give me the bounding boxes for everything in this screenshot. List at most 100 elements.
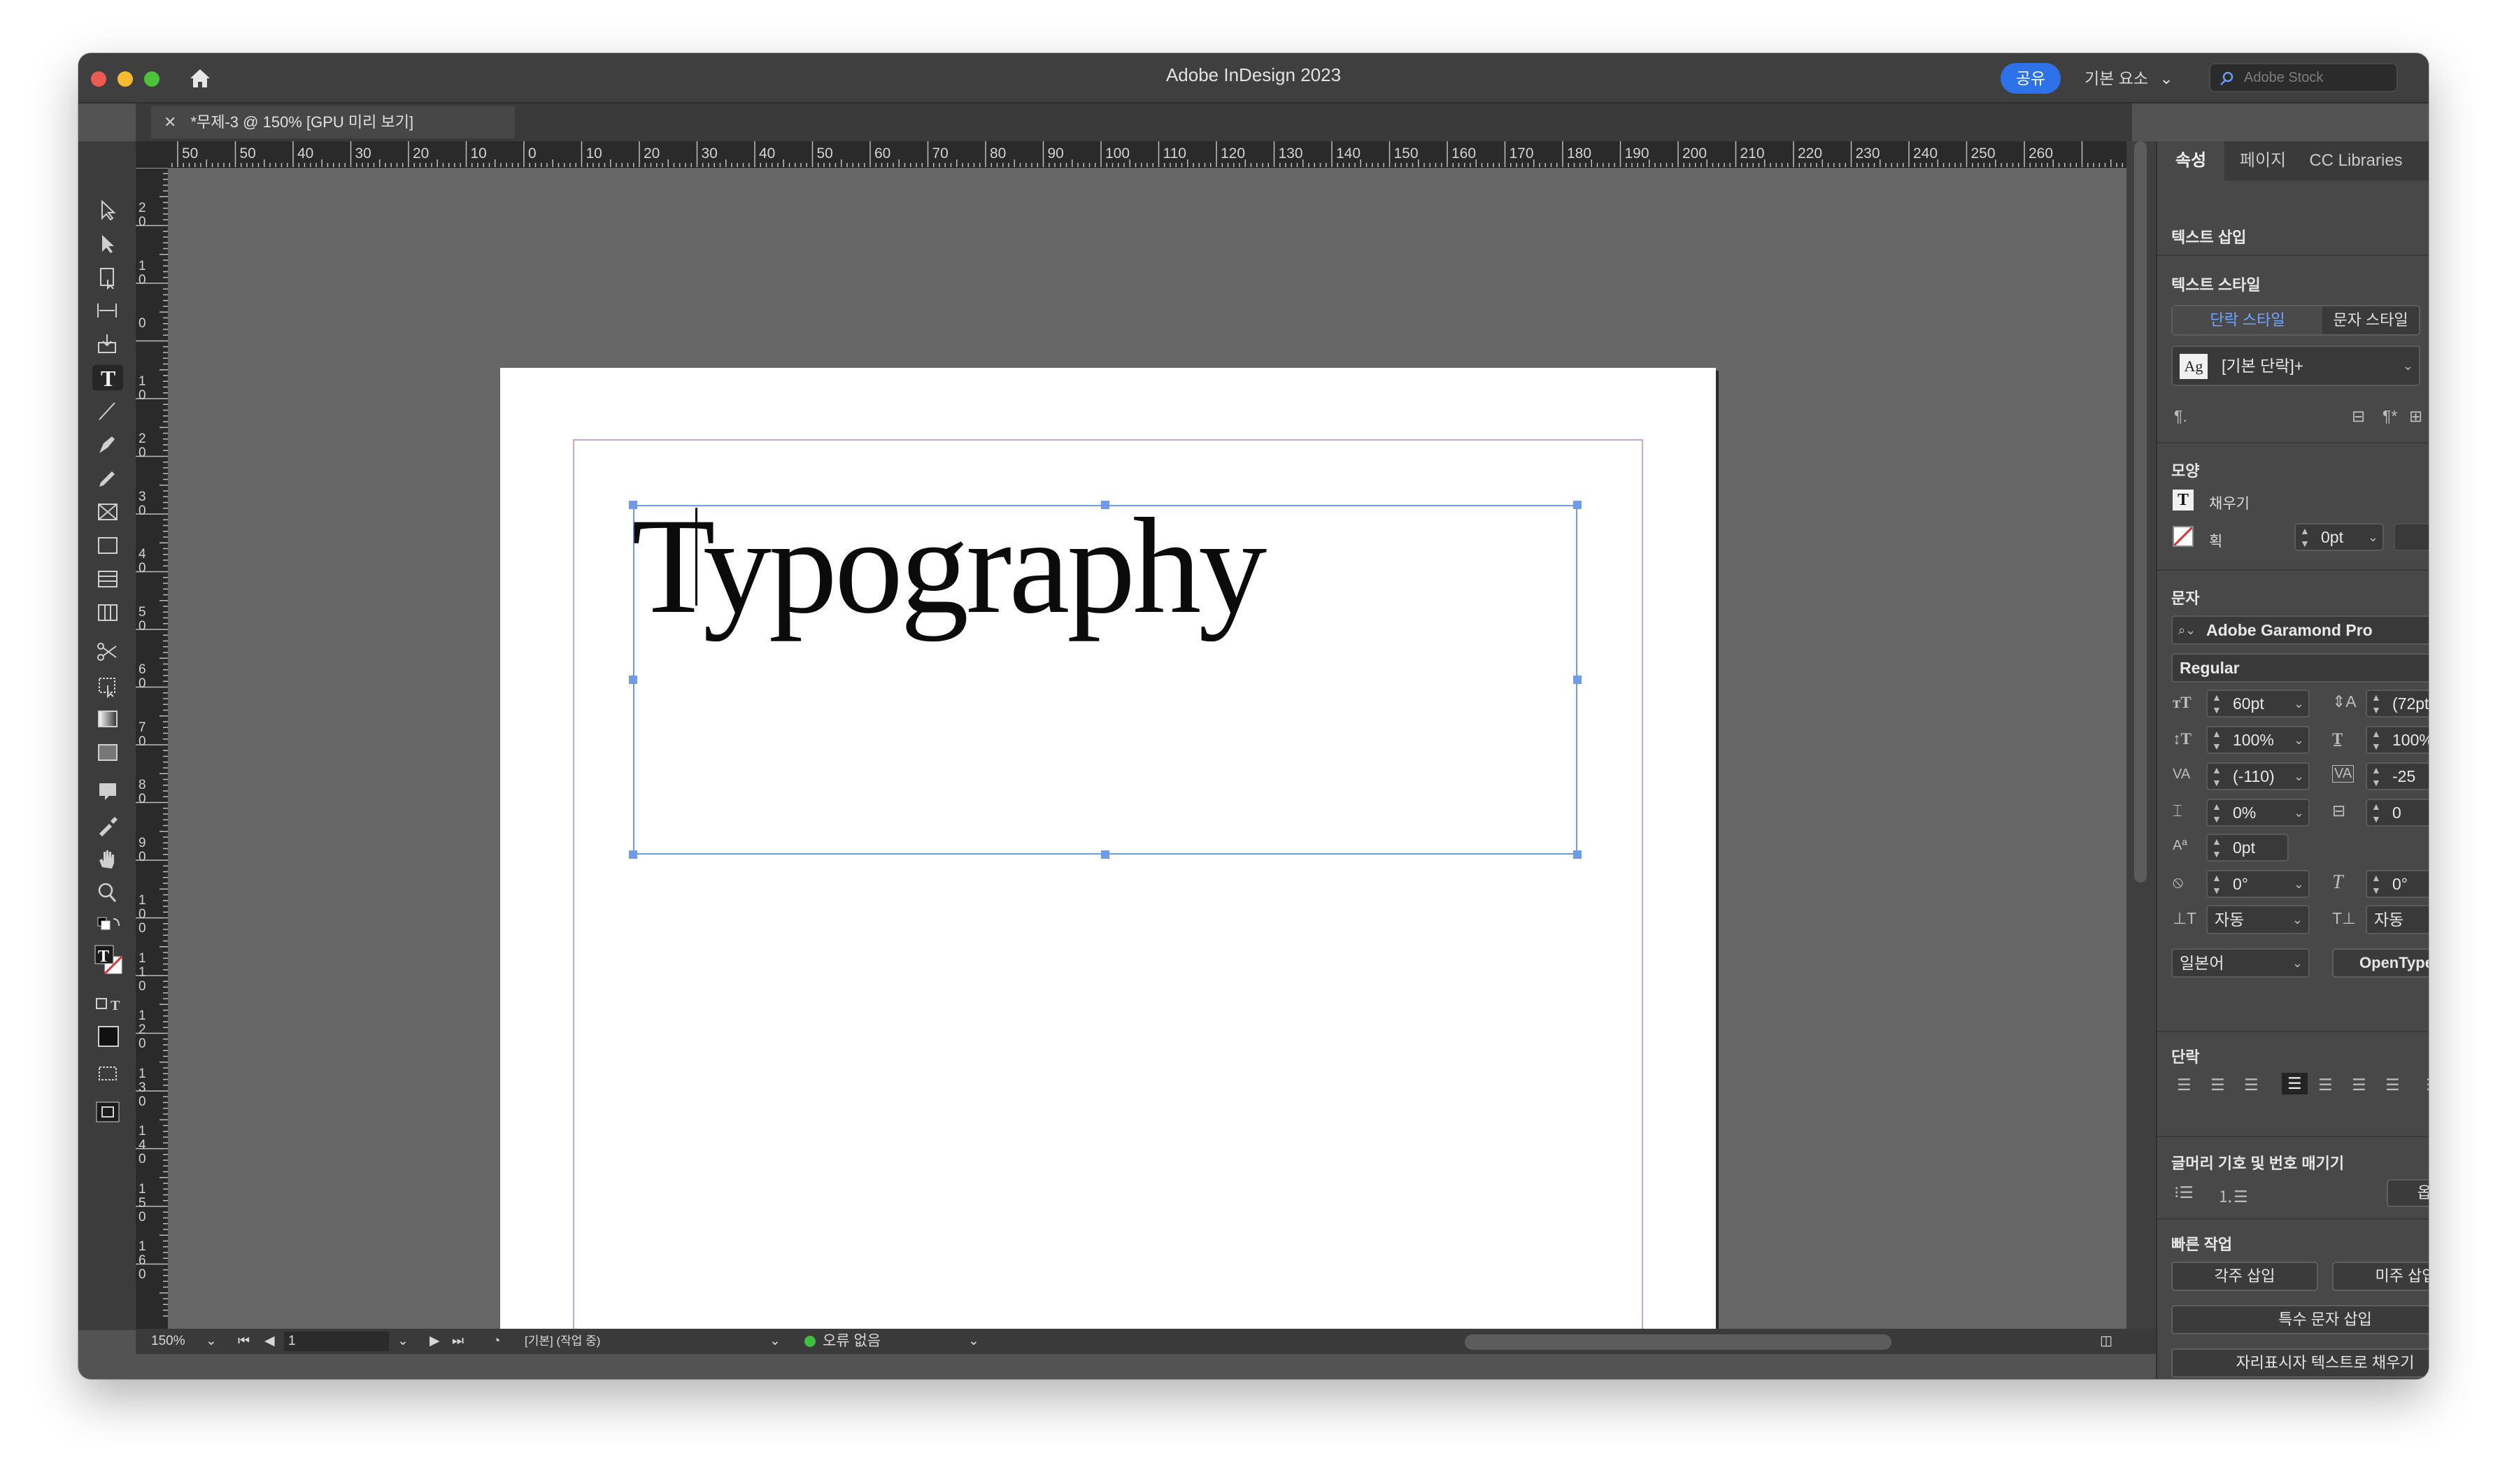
screen-mode-icon[interactable]: [92, 1099, 123, 1125]
stroke-type-dropdown[interactable]: ⌄: [2394, 523, 2429, 551]
font-size-field[interactable]: ▲ ▼ 60pt ⌄: [2206, 690, 2310, 718]
align-center-icon[interactable]: ☰: [2210, 1076, 2225, 1094]
document-tab[interactable]: ✕ *무제-3 @ 150% [GPU 미리 보기]: [151, 106, 515, 138]
apply-color-icon[interactable]: [92, 1024, 123, 1049]
font-family-dropdown[interactable]: ⌕⌄ Adobe Garamond Pro ⌄: [2171, 615, 2429, 645]
justify-center-icon[interactable]: ☰: [2318, 1076, 2333, 1094]
frame-handle[interactable]: [1573, 501, 1582, 509]
close-tab-icon[interactable]: ✕: [164, 113, 176, 131]
rotation-field[interactable]: ▲ ▼ 0° ⌄: [2206, 870, 2310, 898]
view-mode-icon[interactable]: [92, 1062, 123, 1087]
gradient-feather-tool-icon[interactable]: [92, 740, 123, 765]
bulleted-list-icon[interactable]: ⁝☰: [2174, 1183, 2194, 1202]
stroke-weight-field[interactable]: ▲ ▼ 0pt ⌄: [2294, 523, 2384, 551]
frame-text[interactable]: Typography: [632, 498, 1267, 635]
ruler-origin[interactable]: [136, 141, 168, 168]
page-chevron-icon[interactable]: ⌄: [397, 1329, 409, 1354]
zoom-level[interactable]: 150%: [151, 1329, 185, 1354]
align-towards-spine-icon[interactable]: ☰: [2426, 1076, 2429, 1094]
font-style-dropdown[interactable]: Regular ⌄: [2171, 653, 2429, 683]
default-swap-colors-icon[interactable]: [92, 913, 123, 939]
home-icon[interactable]: [186, 64, 214, 92]
frame-handle[interactable]: [1573, 676, 1582, 684]
selection-tool-icon[interactable]: [92, 197, 123, 222]
tab-pages[interactable]: 페이지: [2224, 141, 2301, 180]
leading-field[interactable]: ▲▼(72pt)⌄: [2366, 690, 2429, 718]
numbered-list-icon[interactable]: ⒈☰: [2217, 1183, 2248, 1207]
page-number-field[interactable]: 1: [284, 1332, 389, 1351]
split-layout-icon[interactable]: ◫: [2100, 1329, 2112, 1354]
insert-special-character-button[interactable]: 특수 문자 삽입: [2171, 1305, 2429, 1334]
hand-tool-icon[interactable]: [92, 846, 123, 871]
horizontal-scale-field[interactable]: ▲▼100%⌄: [2366, 726, 2429, 754]
aki-field[interactable]: ▲▼0⌄: [2366, 799, 2429, 827]
character-style-tab[interactable]: 문자 스타일: [2322, 306, 2419, 334]
minimize-window-button[interactable]: [118, 71, 133, 87]
rectangle-tool-icon[interactable]: [92, 533, 123, 558]
skew-field[interactable]: ▲ ▼ 0°: [2366, 870, 2429, 898]
content-collector-icon[interactable]: [92, 331, 123, 357]
close-window-button[interactable]: [91, 71, 106, 87]
tab-properties[interactable]: 속성: [2157, 141, 2224, 180]
workspace-switcher[interactable]: 기본 요소 ⌄: [2085, 64, 2173, 92]
zoom-window-button[interactable]: [144, 71, 159, 87]
free-transform-tool-icon[interactable]: [92, 673, 123, 698]
create-style-icon[interactable]: ⊟: [2352, 407, 2365, 426]
gap-tool-icon[interactable]: [92, 298, 123, 323]
next-page-icon[interactable]: ▶: [429, 1329, 440, 1354]
horizontal-ruler[interactable]: 50 50 40 30 20 10 0 10 20 30 40 50 60 70 80 90 100 110 120…: [168, 141, 2126, 168]
justify-left-icon[interactable]: ☰: [2282, 1073, 2308, 1094]
frame-handle[interactable]: [629, 676, 637, 684]
line-tool-icon[interactable]: [92, 399, 123, 424]
profile-chevron-icon[interactable]: ⌄: [769, 1329, 781, 1354]
horizontal-scroll-thumb[interactable]: [1465, 1334, 1891, 1350]
pilcrow-icon[interactable]: ¶.: [2174, 407, 2187, 426]
direct-selection-tool-icon[interactable]: [92, 231, 123, 256]
tab-cc-libraries[interactable]: CC Libraries: [2301, 141, 2410, 180]
pen-tool-icon[interactable]: [92, 432, 123, 457]
insert-endnote-button[interactable]: 미주 삽입: [2332, 1262, 2429, 1291]
vertical-scrollbar[interactable]: [2126, 141, 2156, 1330]
rectangle-frame-tool-icon[interactable]: [92, 499, 123, 525]
language-dropdown[interactable]: 일본어 ⌄: [2171, 948, 2310, 978]
first-page-icon[interactable]: ⏮: [238, 1329, 250, 1354]
pencil-tool-icon[interactable]: [92, 466, 123, 491]
last-page-icon[interactable]: ⏭: [452, 1329, 464, 1354]
stroke-swatch-icon[interactable]: [2173, 526, 2194, 547]
horizontal-grid-tool-icon[interactable]: [92, 566, 123, 592]
insert-footnote-button[interactable]: 각주 삽입: [2171, 1262, 2318, 1291]
tracking-field[interactable]: ▲▼-25⌄: [2366, 762, 2429, 790]
previous-page-icon[interactable]: ◀: [264, 1329, 275, 1354]
zoom-tool-icon[interactable]: [92, 880, 123, 905]
pasteboard[interactable]: Typography: [168, 168, 2126, 1329]
frame-handle[interactable]: [1101, 850, 1109, 859]
vertical-ruler[interactable]: 2 0 1 0 0 1 0 2 0 3 0 4 0 5 0 6 0 7 0 8 0 9 0 1 0 0 1…: [136, 168, 168, 1329]
opentype-button[interactable]: OpenType: [2332, 948, 2429, 978]
justify-right-icon[interactable]: ☰: [2352, 1076, 2366, 1094]
frame-handle[interactable]: [1573, 850, 1582, 859]
align-right-icon[interactable]: ☰: [2244, 1076, 2259, 1094]
type-tool-icon[interactable]: T: [92, 365, 123, 390]
adobe-stock-search-input[interactable]: Adobe Stock: [2209, 63, 2398, 92]
tsume-field[interactable]: ▲ ▼ 0% ⌄: [2206, 799, 2310, 827]
bullets-options-button[interactable]: 옵션: [2387, 1179, 2429, 1207]
page-tool-icon[interactable]: [92, 264, 123, 290]
aki-before-dropdown[interactable]: 자동 ⌄: [2206, 905, 2310, 934]
fill-placeholder-text-button[interactable]: 자리표시자 텍스트로 채우기: [2171, 1348, 2429, 1378]
formatting-container-text-icon[interactable]: T: [92, 992, 123, 1017]
vertical-grid-tool-icon[interactable]: [92, 600, 123, 625]
fill-stroke-icon[interactable]: T: [92, 943, 123, 978]
gradient-swatch-tool-icon[interactable]: [92, 706, 123, 732]
errors-chevron-icon[interactable]: ⌄: [968, 1329, 979, 1354]
document-page[interactable]: Typography: [500, 368, 1716, 1329]
aki-after-dropdown[interactable]: 자동⌄: [2366, 905, 2429, 934]
fill-swatch-icon[interactable]: T: [2173, 490, 2194, 511]
frame-handle[interactable]: [629, 850, 637, 859]
kerning-field[interactable]: ▲ ▼ (-110) ⌄: [2206, 762, 2310, 790]
scissors-tool-icon[interactable]: [92, 639, 123, 664]
justify-all-icon[interactable]: ☰: [2385, 1076, 2400, 1094]
eyedropper-tool-icon[interactable]: [92, 813, 123, 838]
vertical-scroll-thumb[interactable]: [2134, 141, 2147, 883]
paragraph-style-tab[interactable]: 단락 스타일: [2173, 306, 2322, 334]
baseline-shift-field[interactable]: ▲ ▼ 0pt: [2206, 834, 2289, 862]
